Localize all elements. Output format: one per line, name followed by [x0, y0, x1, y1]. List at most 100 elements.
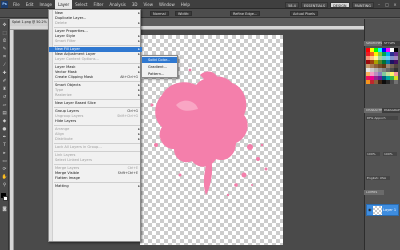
- pen-tool-icon[interactable]: ✒: [1, 135, 8, 141]
- color-swatch[interactable]: [394, 80, 398, 84]
- submenu-item-pattern[interactable]: Pattern...: [142, 71, 177, 77]
- menu-item-flatten-image[interactable]: Flatten Image: [49, 176, 142, 181]
- menu-separator: [54, 27, 140, 28]
- shape-tool-icon[interactable]: ▭: [1, 159, 8, 165]
- menu-view[interactable]: View: [141, 0, 157, 9]
- photoshop-logo: Ps: [1, 1, 8, 8]
- style-select[interactable]: Normal: [150, 11, 169, 16]
- menu-icon-strip: [49, 10, 53, 241]
- scale-field[interactable]: 100%: [383, 152, 397, 156]
- tracking-field[interactable]: 100%: [366, 152, 380, 156]
- menu-separator: [54, 151, 140, 152]
- menu-item-matting[interactable]: Matting ▸: [49, 184, 142, 189]
- submenu-arrow-icon: ▸: [138, 184, 140, 188]
- workspace-design[interactable]: DESIGN: [330, 1, 350, 8]
- menu-item-smart-filter[interactable]: Smart Filter ▸: [49, 39, 142, 44]
- menu-analysis[interactable]: Analysis: [106, 0, 128, 9]
- layer-menu: New ▸ Duplicate Layer... Delete ▸ Layer Prope…: [48, 9, 142, 242]
- dodge-tool-icon[interactable]: ●: [1, 127, 8, 133]
- quick-mask-icon[interactable]: ◙: [1, 207, 8, 213]
- menu-select[interactable]: Select: [72, 0, 90, 9]
- quick-select-tool-icon[interactable]: ✎: [1, 47, 8, 53]
- menu-item-label: Create Clipping Mask: [55, 75, 94, 79]
- language-select[interactable]: English: USA: [366, 176, 390, 180]
- healing-tool-icon[interactable]: ✚: [1, 71, 8, 77]
- menu-item-label: Layer Content Options...: [55, 57, 99, 61]
- menu-window[interactable]: Window: [156, 0, 178, 9]
- submenu-item-label: Solid Color...: [148, 58, 171, 62]
- menu-item-rasterize[interactable]: Rasterize ▸: [49, 93, 142, 98]
- minimize-icon[interactable]: –: [376, 2, 382, 8]
- hand-tool-icon[interactable]: ✋: [1, 175, 8, 181]
- menu-image[interactable]: Image: [36, 0, 55, 9]
- close-icon[interactable]: ×: [392, 2, 398, 8]
- history-brush-tool-icon[interactable]: ↺: [1, 95, 8, 101]
- menu-item-delete[interactable]: Delete ▸: [49, 21, 142, 26]
- marquee-tool-icon[interactable]: ⬚: [1, 31, 8, 37]
- menu-item-select-linked-layers[interactable]: Select Linked Layers: [49, 158, 142, 163]
- menu-item-label: Delete: [55, 21, 67, 25]
- menu-item-distribute[interactable]: Distribute ▸: [49, 137, 142, 142]
- menu-3d[interactable]: 3D: [129, 0, 141, 9]
- submenu-item-gradient[interactable]: Gradient...: [142, 64, 177, 70]
- submenu-item-solid-color[interactable]: Solid Color...: [142, 57, 177, 63]
- menu-item-new-layer-based-slice[interactable]: New Layer Based Slice: [49, 101, 142, 106]
- menu-item-label: Hide Layers: [55, 119, 77, 123]
- vertical-ruler: [10, 30, 14, 250]
- visibility-eye-icon[interactable]: ◉: [368, 207, 372, 213]
- menu-item-hide-layers[interactable]: Hide Layers: [49, 119, 142, 124]
- workspace-switcher: 58.4 ESSENTIALS DESIGN PAINTING – □ ×: [285, 1, 398, 8]
- menu-item-label: Rasterize: [55, 93, 72, 97]
- submenu-arrow-icon: ▸: [138, 93, 140, 97]
- lasso-tool-icon[interactable]: ᘓ: [1, 39, 8, 45]
- refine-edge-button[interactable]: Refine Edge...: [230, 11, 261, 16]
- workspace-painting[interactable]: PAINTING: [351, 1, 374, 8]
- layers-tab[interactable]: LAYERS: [364, 190, 384, 195]
- menu-bar: File Edit Image Layer Select Filter Analysis 3D…: [10, 0, 193, 9]
- menu-item-lock-all-layers-in-group[interactable]: Lock All Layers in Group...: [49, 145, 142, 150]
- menu-help[interactable]: Help: [178, 0, 193, 9]
- layer-row[interactable]: ◉ Layer 1: [366, 204, 399, 216]
- 3d-rotate-tool-icon[interactable]: ⟳: [1, 167, 8, 173]
- type-tool-icon[interactable]: T: [1, 143, 8, 149]
- character-tab[interactable]: CHARACTER: [364, 108, 382, 113]
- move-tool-icon[interactable]: ✥: [1, 23, 8, 29]
- submenu-arrow-icon: ▸: [138, 39, 140, 43]
- crop-tool-icon[interactable]: ⌗: [1, 55, 8, 61]
- width-field[interactable]: Width:: [175, 11, 193, 16]
- menu-item-label: Matting: [55, 184, 69, 188]
- menu-file[interactable]: File: [10, 0, 23, 9]
- eyedropper-tool-icon[interactable]: ⁄: [1, 63, 8, 69]
- menu-item-label: New Layer Based Slice: [55, 101, 96, 105]
- brush-tool-icon[interactable]: ✐: [1, 79, 8, 85]
- menu-separator: [54, 99, 140, 100]
- restore-icon[interactable]: □: [384, 2, 390, 8]
- workspace-zoom[interactable]: 58.4: [285, 1, 299, 8]
- menu-item-label: Lock All Layers in Group...: [55, 145, 102, 149]
- path-select-tool-icon[interactable]: ▸: [1, 151, 8, 157]
- paragraph-tab[interactable]: PARAGRAPH: [382, 108, 400, 113]
- actual-pixels-button[interactable]: Actual Pixels: [290, 11, 318, 16]
- gradient-tool-icon[interactable]: ▤: [1, 111, 8, 117]
- menu-item-label: Smart Filter: [55, 39, 76, 43]
- menu-separator: [54, 107, 140, 108]
- swatches-tab[interactable]: SWATCHES: [364, 41, 382, 46]
- submenu-arrow-icon: ▸: [138, 21, 140, 25]
- styles-tab[interactable]: STYLES: [382, 41, 400, 46]
- menu-separator: [54, 81, 140, 82]
- menu-item-create-clipping-mask[interactable]: Create Clipping Mask Alt+Ctrl+G: [49, 75, 142, 80]
- workspace-essentials[interactable]: ESSENTIALS: [300, 1, 329, 8]
- swatch-grid: [366, 48, 398, 88]
- blur-tool-icon[interactable]: ◆: [1, 119, 8, 125]
- menu-separator: [54, 63, 140, 64]
- font-family-field[interactable]: DFG Appoch: [366, 116, 398, 120]
- clone-stamp-tool-icon[interactable]: ♜: [1, 87, 8, 93]
- zoom-tool-icon[interactable]: ⚲: [1, 183, 8, 189]
- eraser-tool-icon[interactable]: ▱: [1, 103, 8, 109]
- menu-edit[interactable]: Edit: [23, 0, 37, 9]
- menu-separator: [54, 143, 140, 144]
- menu-item-layer-content-options[interactable]: Layer Content Options...: [49, 57, 142, 62]
- menu-filter[interactable]: Filter: [90, 0, 106, 9]
- background-color-swatch[interactable]: [3, 196, 8, 201]
- menu-layer[interactable]: Layer: [54, 0, 73, 9]
